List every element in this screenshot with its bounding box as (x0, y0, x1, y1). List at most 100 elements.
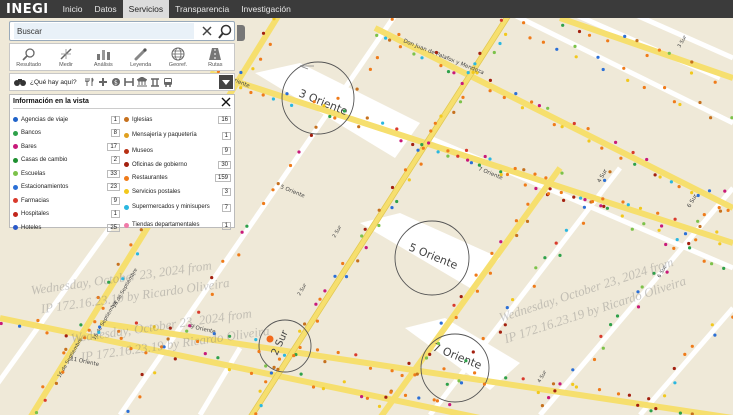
poi-dot[interactable] (403, 168, 408, 172)
poi-dot[interactable] (601, 197, 605, 201)
poi-dot[interactable] (499, 170, 503, 174)
category-row[interactable]: Casas de cambio 2 (13, 154, 120, 168)
poi-dot[interactable] (672, 246, 676, 250)
poi-dot[interactable] (642, 222, 646, 226)
poi-dot[interactable] (420, 143, 424, 147)
poi-dot[interactable] (390, 369, 394, 373)
search-icon[interactable] (217, 24, 233, 40)
poi-dot[interactable] (546, 106, 550, 110)
poi-dot[interactable] (683, 232, 688, 236)
restaurant-icon[interactable] (84, 77, 95, 87)
poi-dot[interactable] (276, 367, 280, 371)
poi-dot[interactable] (357, 125, 361, 129)
poi-dot[interactable] (688, 246, 692, 250)
poi-dot[interactable] (477, 163, 481, 167)
poi-dot[interactable] (282, 353, 287, 357)
poi-dot[interactable] (620, 214, 624, 218)
chevron-down-icon[interactable] (219, 75, 233, 89)
poi-dot[interactable] (573, 44, 577, 48)
poi-dot[interactable] (713, 333, 717, 337)
poi-dot[interactable] (702, 213, 706, 217)
poi-dot[interactable] (333, 274, 337, 278)
poi-dot[interactable] (439, 64, 443, 68)
poi-dot[interactable] (79, 323, 83, 327)
poi-dot[interactable] (428, 352, 432, 356)
poi-dot[interactable] (277, 357, 282, 361)
poi-dot[interactable] (264, 380, 268, 384)
poi-dot[interactable] (515, 233, 519, 238)
poi-dot[interactable] (583, 198, 587, 202)
poi-dot[interactable] (389, 390, 393, 394)
poi-dot[interactable] (505, 306, 509, 310)
poi-dot[interactable] (166, 337, 170, 341)
poi-dot[interactable] (574, 385, 579, 389)
poi-dot[interactable] (587, 33, 592, 37)
poi-dot[interactable] (543, 256, 547, 260)
poi-dot[interactable] (536, 390, 540, 395)
poi-dot[interactable] (36, 318, 40, 323)
poi-dot[interactable] (400, 373, 404, 378)
poi-dot[interactable] (722, 266, 726, 270)
poi-dot[interactable] (341, 261, 345, 266)
poi-dot[interactable] (653, 173, 657, 177)
poi-dot[interactable] (715, 230, 719, 234)
poi-dot[interactable] (439, 114, 443, 118)
poi-dot[interactable] (621, 200, 625, 204)
poi-dot[interactable] (314, 302, 318, 306)
poi-dot[interactable] (298, 345, 302, 350)
poi-dot[interactable] (474, 273, 478, 277)
poi-dot[interactable] (227, 368, 231, 372)
poi-dot[interactable] (168, 326, 172, 330)
poi-dot[interactable] (514, 219, 519, 223)
poi-dot[interactable] (210, 276, 214, 280)
poi-dot[interactable] (558, 382, 562, 386)
poi-dot[interactable] (560, 171, 564, 175)
poi-dot[interactable] (522, 168, 526, 172)
poi-dot[interactable] (407, 178, 411, 182)
poi-dot[interactable] (87, 328, 91, 332)
poi-dot[interactable] (464, 148, 469, 152)
poi-dot[interactable] (532, 284, 536, 288)
tool-georef[interactable]: Georef. (159, 44, 196, 70)
poi-dot[interactable] (365, 116, 369, 120)
category-row[interactable]: Bancos 8 (13, 127, 120, 141)
poi-dot[interactable] (608, 170, 612, 174)
poi-dot[interactable] (707, 189, 712, 193)
poi-dot[interactable] (710, 323, 714, 327)
category-row[interactable]: Agencias de viaje 1 (13, 113, 120, 127)
poi-dot[interactable] (420, 56, 424, 60)
poi-dot[interactable] (649, 409, 653, 413)
nav-datos[interactable]: Datos (88, 0, 122, 18)
poi-dot[interactable] (702, 259, 706, 263)
poi-dot[interactable] (636, 290, 640, 294)
poi-dot[interactable] (364, 246, 368, 250)
poi-dot[interactable] (713, 80, 717, 84)
poi-dot[interactable] (642, 85, 646, 90)
poi-dot[interactable] (473, 62, 477, 66)
poi-dot[interactable] (442, 367, 446, 371)
poi-dot[interactable] (482, 382, 486, 386)
poi-dot[interactable] (411, 142, 415, 147)
poi-dot[interactable] (555, 47, 559, 51)
poi-dot[interactable] (45, 331, 49, 335)
collapse-panel-handle[interactable] (237, 25, 245, 41)
poi-dot[interactable] (98, 325, 102, 329)
poi-dot[interactable] (315, 319, 319, 323)
poi-dot[interactable] (251, 67, 255, 71)
nav-inicio[interactable]: Inicio (57, 0, 89, 18)
poi-dot[interactable] (64, 334, 68, 338)
poi-dot[interactable] (116, 262, 120, 266)
poi-dot[interactable] (315, 348, 320, 352)
poi-dot[interactable] (412, 52, 416, 56)
poi-dot[interactable] (446, 149, 450, 153)
hotel-icon[interactable] (123, 77, 134, 87)
poi-dot[interactable] (395, 199, 399, 204)
museum-icon[interactable] (136, 77, 147, 87)
poi-dot[interactable] (258, 389, 262, 393)
tool-resultado[interactable]: Resultado (10, 44, 47, 70)
inegi-logo[interactable]: INEGI (0, 0, 57, 18)
poi-dot[interactable] (377, 208, 381, 212)
poi-dot[interactable] (694, 238, 698, 242)
poi-dot[interactable] (448, 403, 452, 407)
poi-dot[interactable] (640, 285, 644, 289)
